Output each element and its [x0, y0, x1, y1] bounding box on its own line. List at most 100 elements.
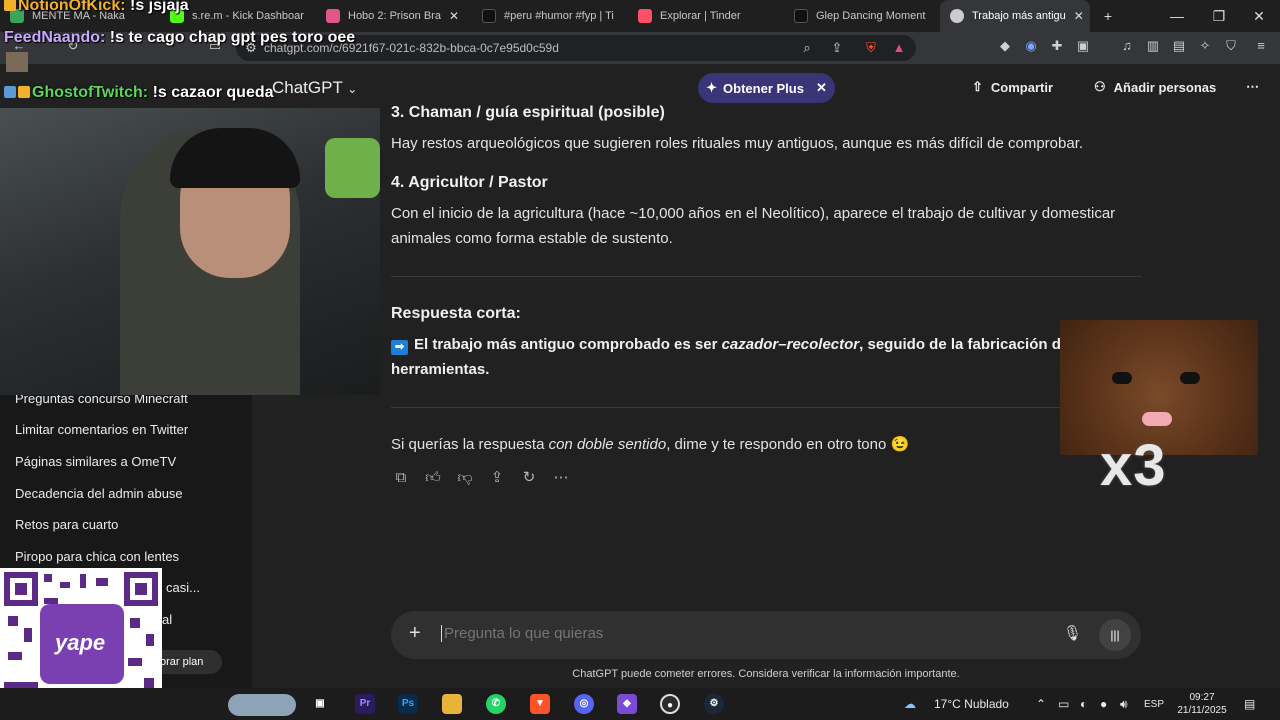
close-tab-icon[interactable]: ✕ [449, 9, 459, 23]
clock[interactable]: 09:27 21/11/2025 [1172, 691, 1232, 717]
language-indicator[interactable]: ESP [1144, 699, 1164, 710]
task-view-icon[interactable]: ▣ [310, 694, 330, 714]
followup-emphasis: con doble sentido [548, 436, 667, 453]
microphone-icon[interactable]: 🎙︎ [1063, 624, 1082, 642]
minimize-icon[interactable]: — [1156, 0, 1198, 32]
game-icon [326, 9, 340, 23]
screenshot-icon[interactable]: ▣ [1074, 38, 1092, 54]
photoshop-icon[interactable]: Ps [398, 694, 418, 714]
sidebar-item[interactable]: Decadencia del admin abuse [15, 486, 183, 501]
share-icon[interactable]: ⇪ [487, 468, 507, 488]
voice-mode-button[interactable]: ||| [1099, 619, 1131, 651]
zoom-icon[interactable]: ⌕ [798, 40, 816, 56]
cat-mouth [1142, 412, 1172, 426]
sidebar-item[interactable]: Páginas similares a OmeTV [15, 454, 176, 469]
close-tab-icon[interactable]: ✕ [1074, 9, 1084, 23]
short-answer-text: ➡ El trabajo más antiguo comprobado es se… [391, 332, 1071, 382]
vpn-icon[interactable]: ⛉ [1222, 38, 1240, 54]
camera-icon[interactable]: ◐ [1080, 697, 1087, 711]
section-text: Hay restos arqueológicos que sugieren ro… [391, 135, 1084, 152]
sidebar-item[interactable]: casi... [166, 580, 200, 595]
sidebar-item[interactable]: Piropo para chica con lentes [15, 549, 179, 564]
section-text: Con el inicio de la agricultura (hace ~1… [391, 205, 1116, 247]
prompt-input[interactable] [441, 625, 1041, 642]
webcam-overlay [0, 108, 380, 395]
mic-tray-icon[interactable]: ● [1100, 697, 1107, 711]
menu-icon[interactable]: ≡ [1252, 38, 1270, 53]
browser-tab[interactable]: Glep Dancing Moment [784, 0, 934, 32]
notifications-icon[interactable]: ▤ [1244, 697, 1255, 711]
weather-widget[interactable]: 17°C Nublado [934, 697, 1009, 711]
volume-icon[interactable]: 🔊︎ [1120, 697, 1128, 712]
message-actions: ⧉ 👍︎ 👎︎ ⇪ ↻ ⋯ [391, 468, 571, 488]
sidebar-item[interactable]: al [162, 612, 172, 627]
music-icon[interactable]: ♫ [1118, 38, 1136, 53]
file-explorer-icon[interactable] [442, 694, 462, 714]
browser-tab[interactable]: Explorar | Tinder [628, 0, 778, 32]
close-window-icon[interactable]: ✕ [1238, 0, 1280, 32]
badge-icon [4, 0, 16, 11]
disclaimer: ChatGPT puede cometer errores. Considera… [572, 668, 960, 680]
premiere-icon[interactable]: Pr [355, 694, 375, 714]
browser-tab-active[interactable]: Trabajo más antigu ✕ [940, 0, 1090, 32]
more-options-icon[interactable]: ⋯ [1246, 79, 1259, 95]
add-people-label: Añadir personas [1113, 79, 1217, 95]
yape-logo-text: yape [55, 630, 106, 655]
attach-plus-icon[interactable]: + [409, 622, 421, 645]
add-people-button[interactable]: ⚇ Añadir personas [1094, 79, 1216, 95]
taskbar: ▣ Pr Ps ✆ ▼ ◎ ◆ ● ⚙ ☁ 17°C Nublado ⌃ ▭ ◐… [0, 688, 1280, 720]
extension-icon[interactable]: ◆ [996, 38, 1014, 54]
chatgpt-icon [950, 9, 964, 23]
restore-icon[interactable]: ❐ [1198, 0, 1240, 32]
composer: + 🎙︎ ||| [391, 611, 1141, 659]
network-icon[interactable]: ▭ [1058, 697, 1069, 711]
tab-label: Glep Dancing Moment [816, 10, 926, 22]
copy-icon[interactable]: ⧉ [391, 468, 411, 488]
weather-icon[interactable]: ☁ [904, 697, 916, 711]
short-answer-heading: Respuesta corta: [391, 305, 521, 322]
browser-tab[interactable]: Hobo 2: Prison Bra ✕ [316, 0, 466, 32]
sidebar-icon[interactable]: ▥ [1144, 38, 1162, 54]
new-tab-icon[interactable]: + [1088, 0, 1128, 32]
get-plus-button[interactable]: ✦ Obtener Plus ✕ [698, 73, 835, 103]
chevron-down-icon: ⌄ [347, 82, 358, 96]
chat-username: GhostofTwitch: [32, 84, 149, 101]
badge-icon [4, 86, 16, 98]
regenerate-icon[interactable]: ↻ [519, 468, 539, 488]
thumbs-down-icon[interactable]: 👎︎ [455, 468, 475, 488]
model-selector[interactable]: ChatGPT ⌄ [272, 78, 357, 98]
upload-icon: ⇧ [972, 79, 983, 94]
streaming-app-icon[interactable]: ◆ [617, 694, 637, 714]
section-heading: 4. Agricultor / Pastor [391, 174, 548, 191]
tab-label: #peru #humor #fyp | Ti [504, 10, 614, 22]
sidebar-item[interactable]: Limitar comentarios en Twitter [15, 422, 188, 437]
whatsapp-icon[interactable]: ✆ [486, 694, 506, 714]
more-icon[interactable]: ⋯ [551, 468, 571, 488]
brave-shield-icon[interactable]: ⛨ [862, 40, 880, 56]
obs-icon[interactable]: ● [660, 694, 680, 714]
webcam-bag [325, 138, 380, 198]
browser-tab[interactable]: #peru #humor #fyp | Ti [472, 0, 622, 32]
tiktok-icon [482, 9, 496, 23]
steam-icon[interactable]: ⚙ [704, 694, 724, 714]
sidebar-item[interactable]: Retos para cuarto [15, 517, 118, 532]
chat-text: !s te cago chap gpt pes toro oee [109, 29, 356, 46]
extension-icon[interactable]: ◉ [1022, 38, 1040, 54]
dismiss-icon[interactable]: ✕ [816, 80, 827, 96]
share-button[interactable]: ⇧ Compartir [972, 79, 1053, 95]
thumbs-up-icon[interactable]: 👍︎ [423, 468, 443, 488]
discord-icon[interactable]: ◎ [574, 694, 594, 714]
chat-text: !s jsjaja [130, 0, 189, 14]
brave-rewards-icon[interactable]: ▲ [890, 40, 908, 55]
tray-chevron-icon[interactable]: ⌃ [1036, 697, 1046, 711]
sparkle-icon: ✦ [706, 80, 718, 95]
divider [391, 407, 1142, 408]
wallet-icon[interactable]: ▤ [1170, 38, 1188, 54]
extensions-icon[interactable]: ✚ [1048, 38, 1066, 54]
followup-text: Si querías la respuesta con doble sentid… [391, 432, 1151, 457]
share-page-icon[interactable]: ⇪ [828, 40, 846, 56]
brave-icon[interactable]: ▼ [530, 694, 550, 714]
cat-eye [1180, 372, 1200, 384]
leo-ai-icon[interactable]: ✧ [1196, 38, 1214, 54]
short-answer-part: El trabajo más antiguo comprobado es ser [414, 336, 722, 353]
